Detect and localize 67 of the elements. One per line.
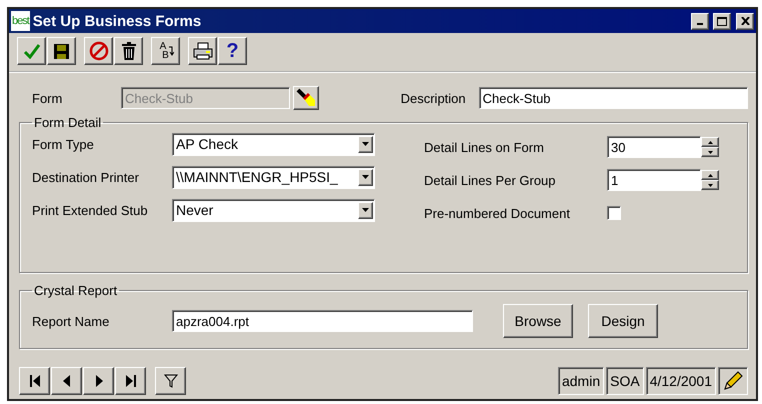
number-field[interactable]: 1 bbox=[607, 169, 701, 191]
toolbar-button[interactable] bbox=[17, 37, 46, 65]
up-arrow-icon bbox=[708, 140, 712, 144]
field-label: Description bbox=[400, 90, 467, 106]
field-label: Detail Lines Per Group bbox=[424, 172, 557, 188]
status-pane: SOA bbox=[606, 367, 644, 395]
dropdown[interactable]: Never bbox=[172, 198, 375, 222]
checkbox[interactable] bbox=[607, 206, 621, 220]
toolbar-button[interactable]: ? bbox=[218, 37, 247, 65]
toolbar-button[interactable]: A B bbox=[151, 37, 180, 65]
app-logo: best bbox=[11, 11, 30, 31]
down-arrow-icon bbox=[708, 184, 712, 186]
dialog-button[interactable]: Design bbox=[588, 304, 658, 338]
number-field[interactable]: 30 bbox=[607, 136, 701, 158]
status-pane: 4/12/2001 bbox=[646, 367, 716, 395]
navigation-button[interactable] bbox=[83, 367, 114, 395]
field-label: Form bbox=[31, 90, 64, 106]
field-label: Print Extended Stub bbox=[32, 202, 149, 218]
toolbar-button[interactable] bbox=[47, 37, 76, 65]
close-icon bbox=[740, 17, 750, 25]
dropdown-arrow-icon bbox=[362, 142, 369, 146]
spin-down-button[interactable] bbox=[701, 180, 719, 190]
dialog-button[interactable]: Browse bbox=[503, 304, 573, 338]
printer-icon bbox=[192, 42, 212, 60]
field-label: Pre-numbered Document bbox=[424, 206, 571, 220]
spin-up-button[interactable] bbox=[701, 137, 719, 147]
checkmark-icon bbox=[22, 43, 40, 59]
navigation-button[interactable] bbox=[155, 367, 186, 395]
navigation-button[interactable] bbox=[51, 367, 82, 395]
navigation-button[interactable] bbox=[115, 367, 146, 395]
minimize-button[interactable] bbox=[691, 12, 709, 30]
dropdown-arrow-icon bbox=[362, 208, 369, 212]
flashlight-icon bbox=[296, 87, 316, 107]
help-icon: ? bbox=[226, 40, 239, 62]
report-name-field[interactable]: apzra004.rpt bbox=[172, 310, 473, 332]
window-title: Set Up Business Forms bbox=[32, 12, 202, 30]
maximize-button[interactable] bbox=[713, 12, 731, 30]
field-label: Form Type bbox=[32, 136, 95, 152]
toolbar-button[interactable] bbox=[84, 37, 113, 65]
dropdown[interactable]: AP Check bbox=[172, 132, 375, 156]
navigation-button[interactable] bbox=[19, 367, 50, 395]
dropdown[interactable]: \\MAINNT\ENGR_HP5SI_ bbox=[172, 166, 375, 188]
close-button[interactable] bbox=[736, 12, 754, 30]
toolbar-button[interactable] bbox=[188, 37, 217, 65]
filter-icon bbox=[162, 373, 178, 389]
trash-icon bbox=[120, 41, 136, 61]
maximize-icon bbox=[717, 16, 727, 26]
dropdown-arrow-button[interactable] bbox=[358, 168, 373, 186]
description-field[interactable]: Check-Stub bbox=[478, 87, 748, 109]
dropdown-arrow-button[interactable] bbox=[358, 202, 373, 218]
dropdown-arrow-icon bbox=[362, 175, 369, 179]
toolbar-button[interactable] bbox=[114, 37, 143, 65]
field-label: Detail Lines on Form bbox=[424, 140, 545, 154]
field-label: Report Name bbox=[32, 314, 110, 328]
save-icon bbox=[53, 42, 70, 60]
spin-down-button[interactable] bbox=[701, 147, 719, 157]
up-arrow-icon bbox=[708, 174, 712, 176]
status-pane: admin bbox=[558, 367, 604, 395]
lookup-button[interactable] bbox=[293, 86, 319, 110]
pencil-icon bbox=[722, 370, 744, 392]
group-title: Crystal Report bbox=[33, 283, 118, 298]
spin-up-button[interactable] bbox=[701, 170, 719, 180]
prohibited-icon bbox=[88, 41, 108, 61]
group-title: Form Detail bbox=[33, 115, 102, 130]
down-arrow-icon bbox=[708, 150, 712, 154]
field-label: Destination Printer bbox=[32, 170, 140, 184]
dropdown-arrow-button[interactable] bbox=[358, 136, 373, 152]
